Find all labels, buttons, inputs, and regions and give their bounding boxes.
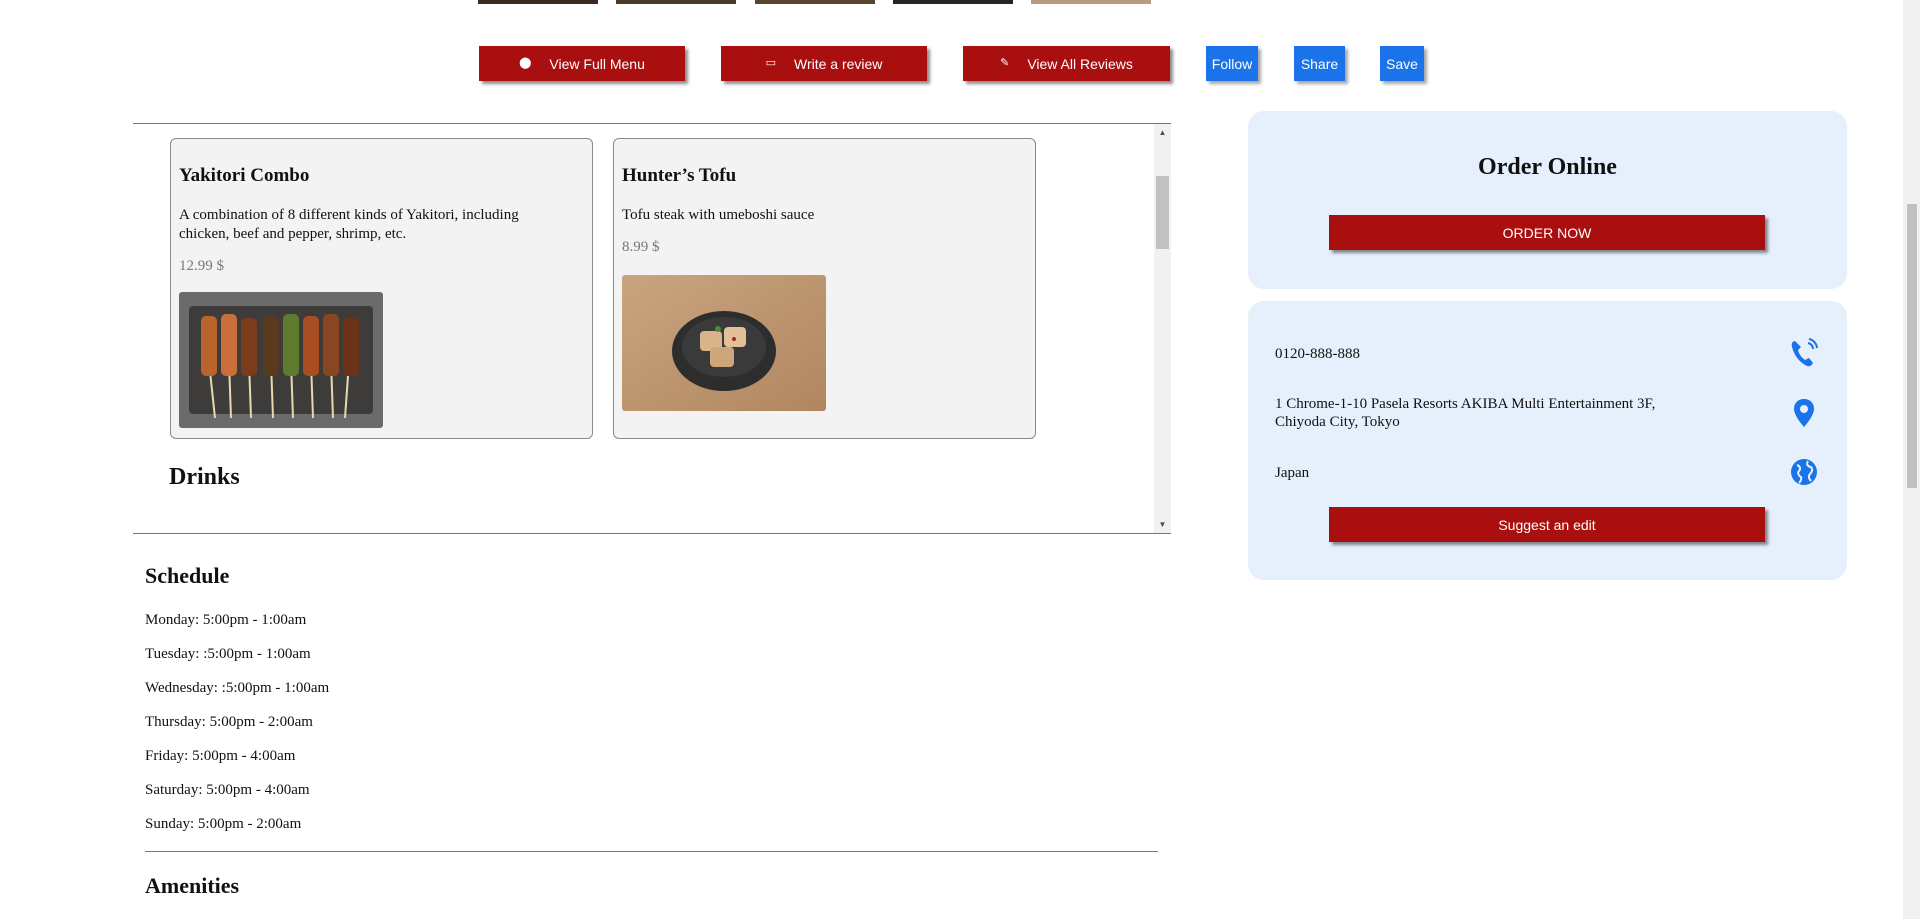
gallery-thumbnail[interactable] (616, 0, 736, 4)
schedule-day: Thursday: 5:00pm - 2:00am (145, 714, 313, 730)
phone-number[interactable]: 0120-888-888 (1275, 345, 1815, 363)
view-full-menu-button[interactable]: ⬤ View Full Menu (479, 46, 685, 81)
menu-content: Yakitori Combo A combination of 8 differ… (133, 124, 1153, 533)
yakitori-photo (179, 292, 383, 428)
menu-scrollbar-thumb[interactable] (1156, 176, 1169, 249)
menu-item-name: Yakitori Combo (179, 165, 310, 186)
review-icon: ✎ (1000, 57, 1010, 69)
amenities-title: Amenities (145, 873, 240, 898)
menu-item-card[interactable]: Hunter’s Tofu Tofu steak with umeboshi s… (613, 138, 1036, 439)
page-scrollbar-thumb[interactable] (1907, 204, 1917, 488)
scroll-up-arrow-icon[interactable]: ▲ (1154, 124, 1171, 141)
keyboard-icon: ▭ (765, 57, 776, 69)
globe-icon[interactable] (1789, 456, 1819, 488)
action-bar: ⬤ View Full Menu ▭ Write a review ✎ View… (0, 46, 1920, 82)
map-pin-icon[interactable] (1789, 397, 1819, 429)
menu-item-price: 12.99 $ (179, 258, 224, 274)
suggest-edit-button[interactable]: Suggest an edit (1329, 507, 1765, 542)
tofu-photo (622, 275, 826, 411)
section-divider (145, 851, 1158, 852)
schedule-day: Sunday: 5:00pm - 2:00am (145, 816, 302, 832)
menu-item-name: Hunter’s Tofu (622, 165, 737, 186)
address-line-1: 1 Chrome-1-10 Pasela Resorts AKIBA Multi… (1275, 396, 1656, 412)
share-button[interactable]: Share (1294, 46, 1345, 81)
schedule-day: Tuesday: :5:00pm - 1:00am (145, 646, 311, 662)
schedule-title: Schedule (145, 563, 230, 588)
view-all-reviews-button[interactable]: ✎ View All Reviews (963, 46, 1170, 81)
menu-item-description: Tofu steak with umeboshi sauce (622, 207, 815, 223)
schedule-day: Saturday: 5:00pm - 4:00am (145, 782, 310, 798)
save-button[interactable]: Save (1380, 46, 1424, 81)
gallery-thumbnail[interactable] (1031, 0, 1151, 4)
view-all-reviews-label: View All Reviews (1027, 55, 1133, 72)
write-review-button[interactable]: ▭ Write a review (721, 46, 927, 81)
gallery-thumbnail[interactable] (478, 0, 598, 4)
gallery-thumbnail[interactable] (893, 0, 1013, 4)
page-scrollbar[interactable] (1903, 0, 1920, 919)
order-now-button[interactable]: ORDER NOW (1329, 215, 1765, 250)
write-review-label: Write a review (793, 55, 883, 72)
follow-button[interactable]: Follow (1206, 46, 1258, 81)
phone-icon[interactable] (1789, 337, 1819, 369)
menu-icon: ⬤ (519, 57, 532, 69)
address-line-2: Chiyoda City, Tokyo (1275, 414, 1400, 430)
schedule-day: Friday: 5:00pm - 4:00am (145, 748, 296, 764)
view-full-menu-label: View Full Menu (549, 55, 645, 72)
order-online-panel: Order Online ORDER NOW (1248, 111, 1847, 289)
contact-panel: 0120-888-888 1 Chrome-1-10 Pasela Resort… (1248, 301, 1847, 580)
country: Japan (1275, 465, 1310, 481)
gallery-thumbnail[interactable] (755, 0, 875, 4)
menu-scroll-area[interactable]: Yakitori Combo A combination of 8 differ… (133, 123, 1171, 534)
schedule-day: Wednesday: :5:00pm - 1:00am (145, 680, 330, 696)
menu-scrollbar[interactable]: ▲ ▼ (1154, 124, 1171, 533)
menu-item-description: A combination of 8 different kinds of Ya… (179, 207, 519, 242)
address[interactable]: 1 Chrome-1-10 Pasela Resorts AKIBA Multi… (1275, 395, 1815, 431)
menu-item-card[interactable]: Yakitori Combo A combination of 8 differ… (170, 138, 593, 439)
order-online-title: Order Online (1478, 154, 1617, 180)
schedule-day: Monday: 5:00pm - 1:00am (145, 612, 307, 628)
menu-item-price: 8.99 $ (622, 239, 660, 255)
scroll-down-arrow-icon[interactable]: ▼ (1154, 516, 1171, 533)
section-heading-drinks: Drinks (169, 464, 240, 490)
